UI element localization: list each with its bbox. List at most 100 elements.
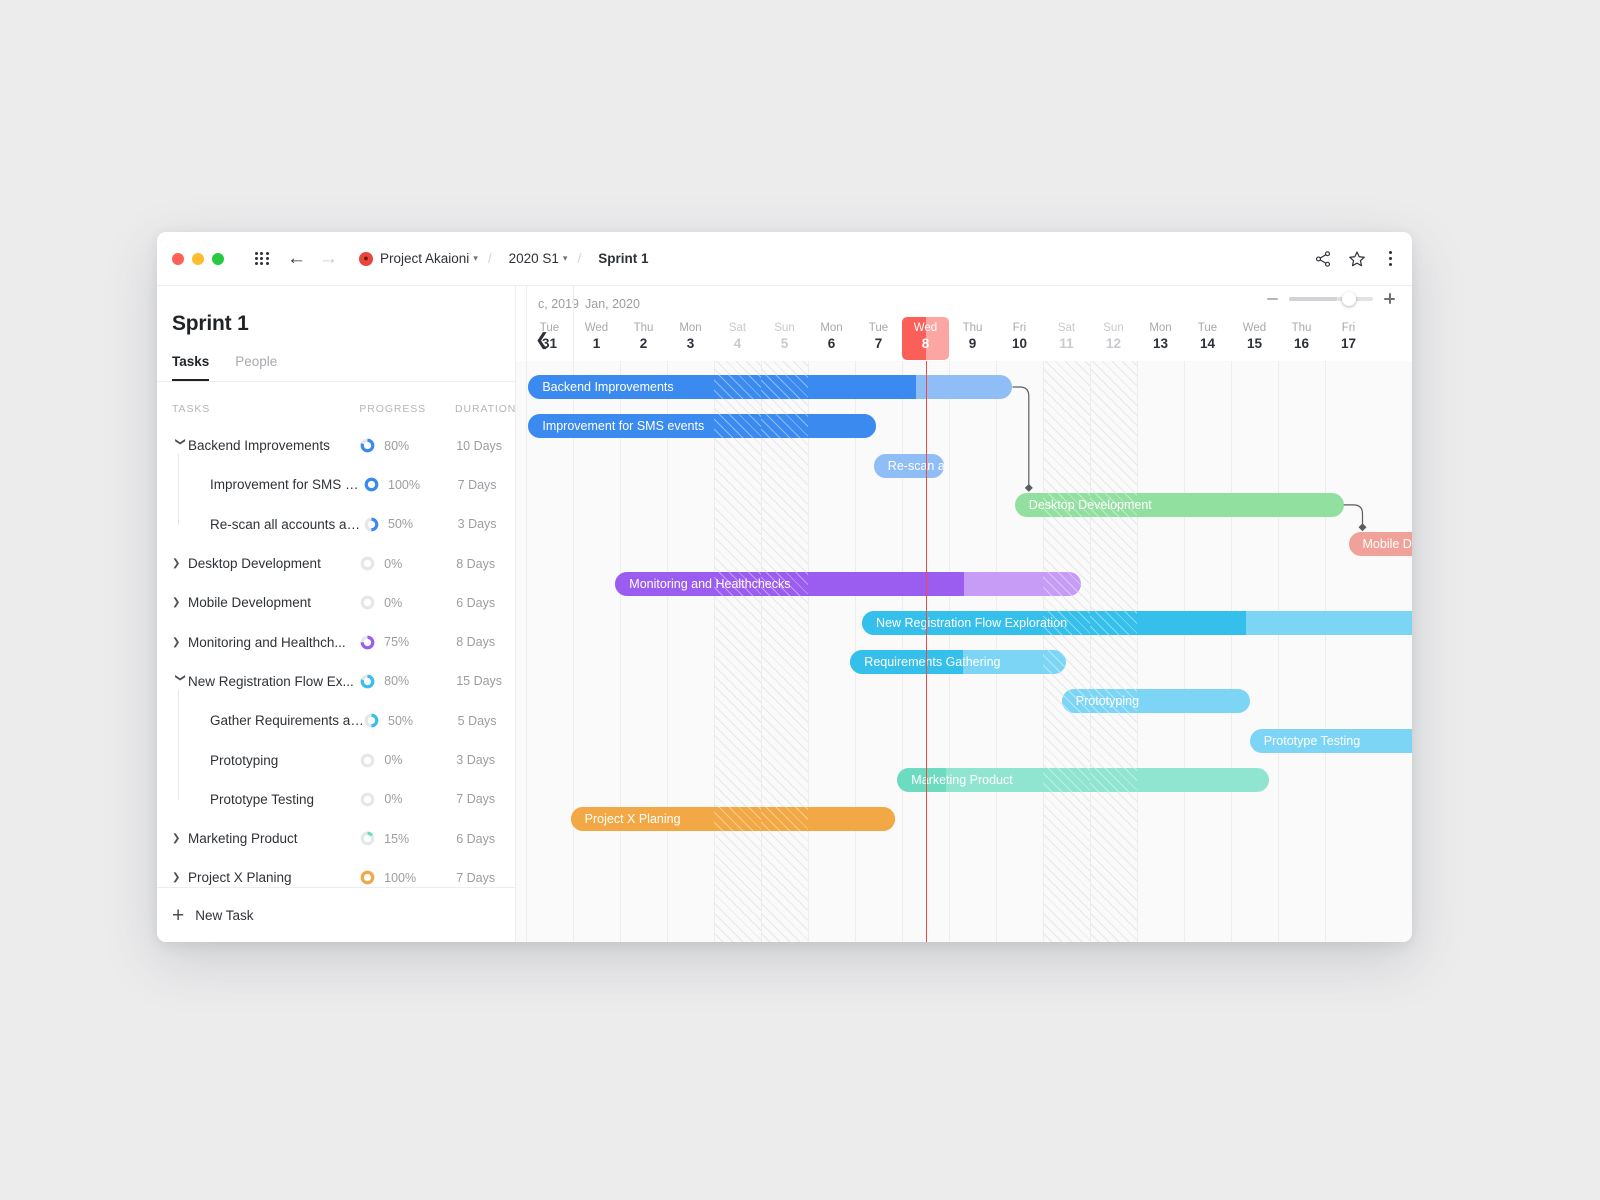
new-task-button[interactable]: + New Task [157,887,515,942]
gantt-bar[interactable]: Marketing Product [897,768,1269,792]
minus-icon[interactable] [1267,297,1278,300]
day-of-week: Sat [728,322,747,334]
task-row[interactable]: ❯ New Registration Flow Ex... 80% 15 Days [157,662,515,701]
chevron-collapse-icon[interactable]: ❯ [172,637,188,648]
gantt-bar-weekend-hatch [713,414,761,439]
breadcrumb-period[interactable]: 2020 S1 [509,251,559,266]
gantt-bar[interactable]: Re-scan all account... [873,453,945,478]
zoom-slider-handle[interactable] [1341,291,1356,306]
grid-dots-icon[interactable] [255,251,269,266]
day-of-week: Thu [962,322,983,334]
task-progress-value: 50% [388,517,414,532]
minimize-window-button[interactable] [192,252,204,265]
chevron-expand-icon[interactable]: ❯ [175,673,186,689]
task-duration: 5 Days [457,713,497,728]
task-row[interactable]: Gather Requirements an... 50% 5 Days [157,701,515,740]
day-column-header[interactable]: Sat 11 [1043,322,1090,351]
chevron-collapse-icon[interactable]: ❯ [172,833,188,844]
arrow-left-icon[interactable]: ← [287,249,306,268]
task-row[interactable]: ❯ Backend Improvements 80% 10 Days [157,426,515,465]
new-task-label: New Task [195,907,254,923]
day-column-header[interactable]: Fri 17 [1325,322,1372,351]
day-column-header[interactable]: Mon 3 [667,322,714,351]
progress-donut-icon [360,635,375,649]
gantt-bar[interactable]: Project X Planing [570,807,895,832]
day-column-header[interactable]: Fri 10 [996,322,1043,351]
chevron-down-icon-period[interactable]: ▾ [563,253,568,264]
day-header-row: Tue 31 Wed 1 Thu 2 Mon 3 Sat 4 Sun 5 Mon 6 Tue … [516,317,1412,361]
day-number: 6 [827,336,836,351]
day-column-header[interactable]: Tue 14 [1184,322,1231,351]
day-column-header[interactable]: Wed 15 [1231,322,1278,351]
chevron-down-icon-project[interactable]: ▾ [473,253,478,264]
gantt-bar-weekend-hatch [760,375,808,399]
day-column-header[interactable]: Tue 31 [526,322,573,351]
zoom-slider-track[interactable] [1289,291,1373,306]
breadcrumb-project[interactable]: Project Akaioni [380,251,469,266]
close-window-button[interactable] [172,252,184,265]
chevron-collapse-icon[interactable]: ❯ [172,558,188,569]
task-group-guide [178,454,179,525]
day-column-header[interactable]: Mon 6 [808,322,855,351]
gantt-bar-weekend-hatch [1042,571,1081,596]
gantt-bar[interactable]: Improvement for SMS events [528,414,877,439]
share-icon[interactable] [1314,250,1332,268]
task-row[interactable]: ❯ Desktop Development 0% 8 Days [157,544,515,583]
day-number: 8 [921,336,930,351]
gantt-bar[interactable]: Desktop Development [1014,492,1344,517]
task-duration: 6 Days [456,595,496,610]
gantt-bar[interactable]: Mobile Development [1348,532,1412,557]
day-number: 16 [1293,336,1310,351]
day-column-header[interactable]: Thu 9 [949,322,996,351]
maximize-window-button[interactable] [212,252,224,265]
task-row[interactable]: ❯ Monitoring and Healthch... 75% 8 Days [157,622,515,661]
progress-donut-icon [360,831,375,846]
chevron-expand-icon[interactable]: ❯ [175,438,186,454]
day-column-header[interactable]: Thu 2 [620,322,667,351]
tab-tasks[interactable]: Tasks [172,354,210,381]
day-column-header[interactable]: Sat 4 [714,322,761,351]
app-content: Sprint 1 Tasks People TASKS PROGRESS DUR… [157,286,1412,942]
gantt-bar-label: Project X Planing [584,812,681,827]
gantt-bar[interactable]: New Registration Flow Exploration [862,610,1412,635]
day-of-week: Tue [539,322,560,334]
task-list-header: TASKS PROGRESS DURATION [157,392,515,426]
zoom-slider-control[interactable] [1267,291,1395,306]
grid-column-line [1325,361,1326,942]
gantt-bar[interactable]: Prototyping [1061,689,1250,714]
kebab-menu-icon[interactable] [1382,251,1398,266]
column-header-duration: DURATION [455,403,517,415]
day-of-week: Sun [1103,322,1124,334]
chevron-collapse-icon[interactable]: ❯ [172,597,188,608]
day-number: 5 [780,336,789,351]
task-row[interactable]: ❯ Marketing Product 15% 6 Days [157,819,515,858]
day-of-week: Wed [1242,322,1267,334]
task-row[interactable]: Re-scan all accounts ad... 50% 3 Days [157,505,515,544]
task-row[interactable]: Prototyping 0% 3 Days [157,740,515,779]
chevron-left-icon[interactable]: ❮ [535,330,549,350]
traffic-light-buttons[interactable] [172,252,224,265]
day-column-header[interactable]: Wed 1 [573,322,620,351]
gantt-bar-weekend-hatch [713,807,761,832]
gantt-bar[interactable]: Monitoring and Healthchecks [615,571,1081,596]
gantt-bar-weekend-hatch [1042,650,1067,675]
day-column-header[interactable]: Sun 12 [1090,322,1137,351]
chevron-collapse-icon[interactable]: ❯ [172,872,188,883]
day-of-week: Wed [584,322,609,334]
task-row[interactable]: Prototype Testing 0% 7 Days [157,780,515,819]
day-column-header[interactable]: Thu 16 [1278,322,1325,351]
plus-icon-zoom[interactable] [1384,293,1395,304]
gantt-bar-weekend-hatch [713,375,761,399]
gantt-bar[interactable]: Requirements Gathering [850,650,1067,675]
day-number: 17 [1340,336,1357,351]
day-column-header[interactable]: Mon 13 [1137,322,1184,351]
gantt-bar[interactable]: Backend Improvements [528,375,1013,399]
day-column-header[interactable]: Sun 5 [761,322,808,351]
task-row[interactable]: ❯ Mobile Development 0% 6 Days [157,583,515,622]
day-column-header[interactable]: Tue 7 [855,322,902,351]
gantt-bar[interactable]: Prototype Testing [1249,728,1412,753]
task-row[interactable]: Improvement for SMS ev... 100% 7 Days [157,465,515,504]
arrow-right-icon[interactable]: → [319,249,338,268]
tab-people[interactable]: People [235,354,277,381]
star-icon[interactable] [1348,250,1366,268]
